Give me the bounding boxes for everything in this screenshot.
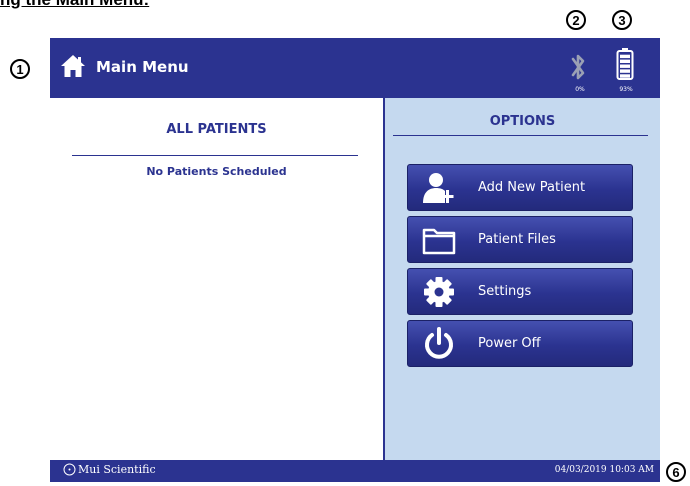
patient-files-label: Patient Files [478,232,556,247]
patients-divider [72,155,358,156]
title-bar: Main Menu 0% 93% [50,38,660,98]
patients-empty-text: No Patients Scheduled [146,165,287,178]
callout-3: 3 [612,10,632,30]
brand-name: Mui Scientific [78,463,156,476]
folder-icon [422,228,456,254]
settings-button[interactable]: Settings [407,268,633,315]
device-screen: Main Menu 0% 93% ALL PATIENTS No Patient… [50,38,660,482]
battery-bar [620,74,630,78]
patients-header: ALL PATIENTS [166,122,267,137]
battery-bar [620,59,630,63]
brand-circle-icon [63,463,76,476]
page-title: Main Menu [96,58,189,76]
bluetooth-icon [571,54,585,80]
battery-bar [620,69,630,73]
settings-label: Settings [478,284,532,299]
add-new-patient-label: Add New Patient [478,180,586,195]
battery-percent: 93% [619,86,633,93]
bluetooth-percent: 0% [575,86,585,93]
date-time: 04/03/2019 10:03 AM [554,465,654,475]
power-off-label: Power Off [478,336,541,351]
options-divider [393,135,648,136]
callout-6: 6 [666,462,686,482]
battery-icon [616,48,634,80]
options-panel: OPTIONS Add New Patient Patient Files Se… [383,98,660,460]
document-heading: ng the Main Menu: [0,0,240,14]
patients-panel: ALL PATIENTS No Patients Scheduled [50,98,383,460]
battery-bar [620,54,630,59]
brand-logo: Mui Scientific [63,463,156,476]
patient-files-button[interactable]: Patient Files [407,216,633,263]
power-icon [425,326,453,359]
options-header: OPTIONS [489,114,556,129]
add-new-patient-button[interactable]: Add New Patient [407,164,633,211]
add-user-icon [423,172,454,203]
callout-1: 1 [10,59,30,79]
home-icon[interactable] [60,54,86,78]
battery-bar [620,64,630,68]
power-off-button[interactable]: Power Off [407,320,633,367]
callout-2: 2 [566,10,586,30]
gear-icon [424,276,454,307]
status-bar: Mui Scientific 04/03/2019 10:03 AM [50,460,660,482]
